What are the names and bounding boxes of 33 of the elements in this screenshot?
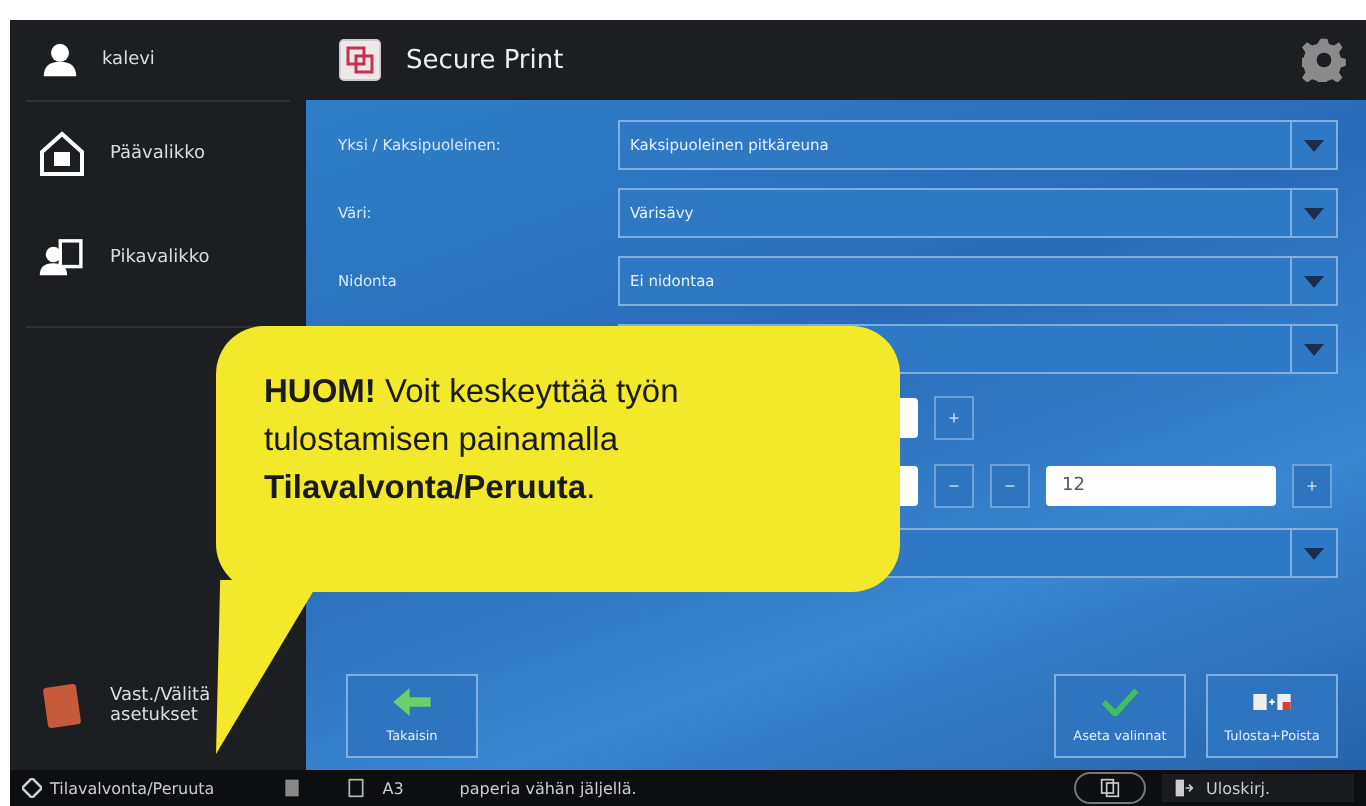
caret-icon: [1304, 343, 1324, 355]
caret-icon: [1304, 275, 1324, 287]
step-button[interactable]: +: [934, 395, 974, 439]
callout-text: HUOM! Voit keskeyttää työn tulostamisen painamalla Tilavalvonta/Peruuta.: [264, 372, 681, 510]
print-icon: [338, 38, 382, 82]
status-monitor-button[interactable]: Tilavalvonta/Peruuta: [22, 778, 215, 798]
step-button[interactable]: +: [1292, 463, 1332, 507]
caret-icon: [1304, 139, 1324, 151]
home-icon: [38, 130, 86, 178]
checkmark-icon: [1100, 688, 1140, 716]
logout-button[interactable]: Uloskirj.: [1162, 774, 1354, 802]
step-button[interactable]: −: [934, 463, 974, 507]
sidebar-item[interactable]: Vast./Välitä asetukset: [26, 646, 290, 766]
caret-icon: [1304, 547, 1324, 559]
step-button[interactable]: −: [990, 463, 1030, 507]
paper-size: A3: [382, 779, 404, 797]
settings-icon[interactable]: [1302, 38, 1346, 82]
exit-door-icon: [1174, 778, 1194, 798]
caret-icon: [1304, 207, 1324, 219]
paper-icon: [346, 778, 367, 798]
user-icon: [42, 42, 78, 78]
user-name: kalevi: [102, 50, 155, 70]
paper-stack-icon: [282, 778, 303, 798]
toggle-button[interactable]: [1074, 772, 1146, 804]
screen-title: Secure Print: [406, 45, 566, 75]
sidebar-item[interactable]: Päävalikko: [26, 102, 290, 206]
pages-icon: [1100, 778, 1120, 798]
arrow-left-icon: [392, 688, 432, 716]
number-field[interactable]: 12: [1046, 465, 1276, 505]
document-plus-icon: [1252, 688, 1292, 716]
sidebar-item[interactable]: Pikavalikko: [26, 206, 290, 310]
status-message: paperia vähän jäljellä.: [459, 779, 637, 797]
diamond-icon: [22, 778, 42, 798]
